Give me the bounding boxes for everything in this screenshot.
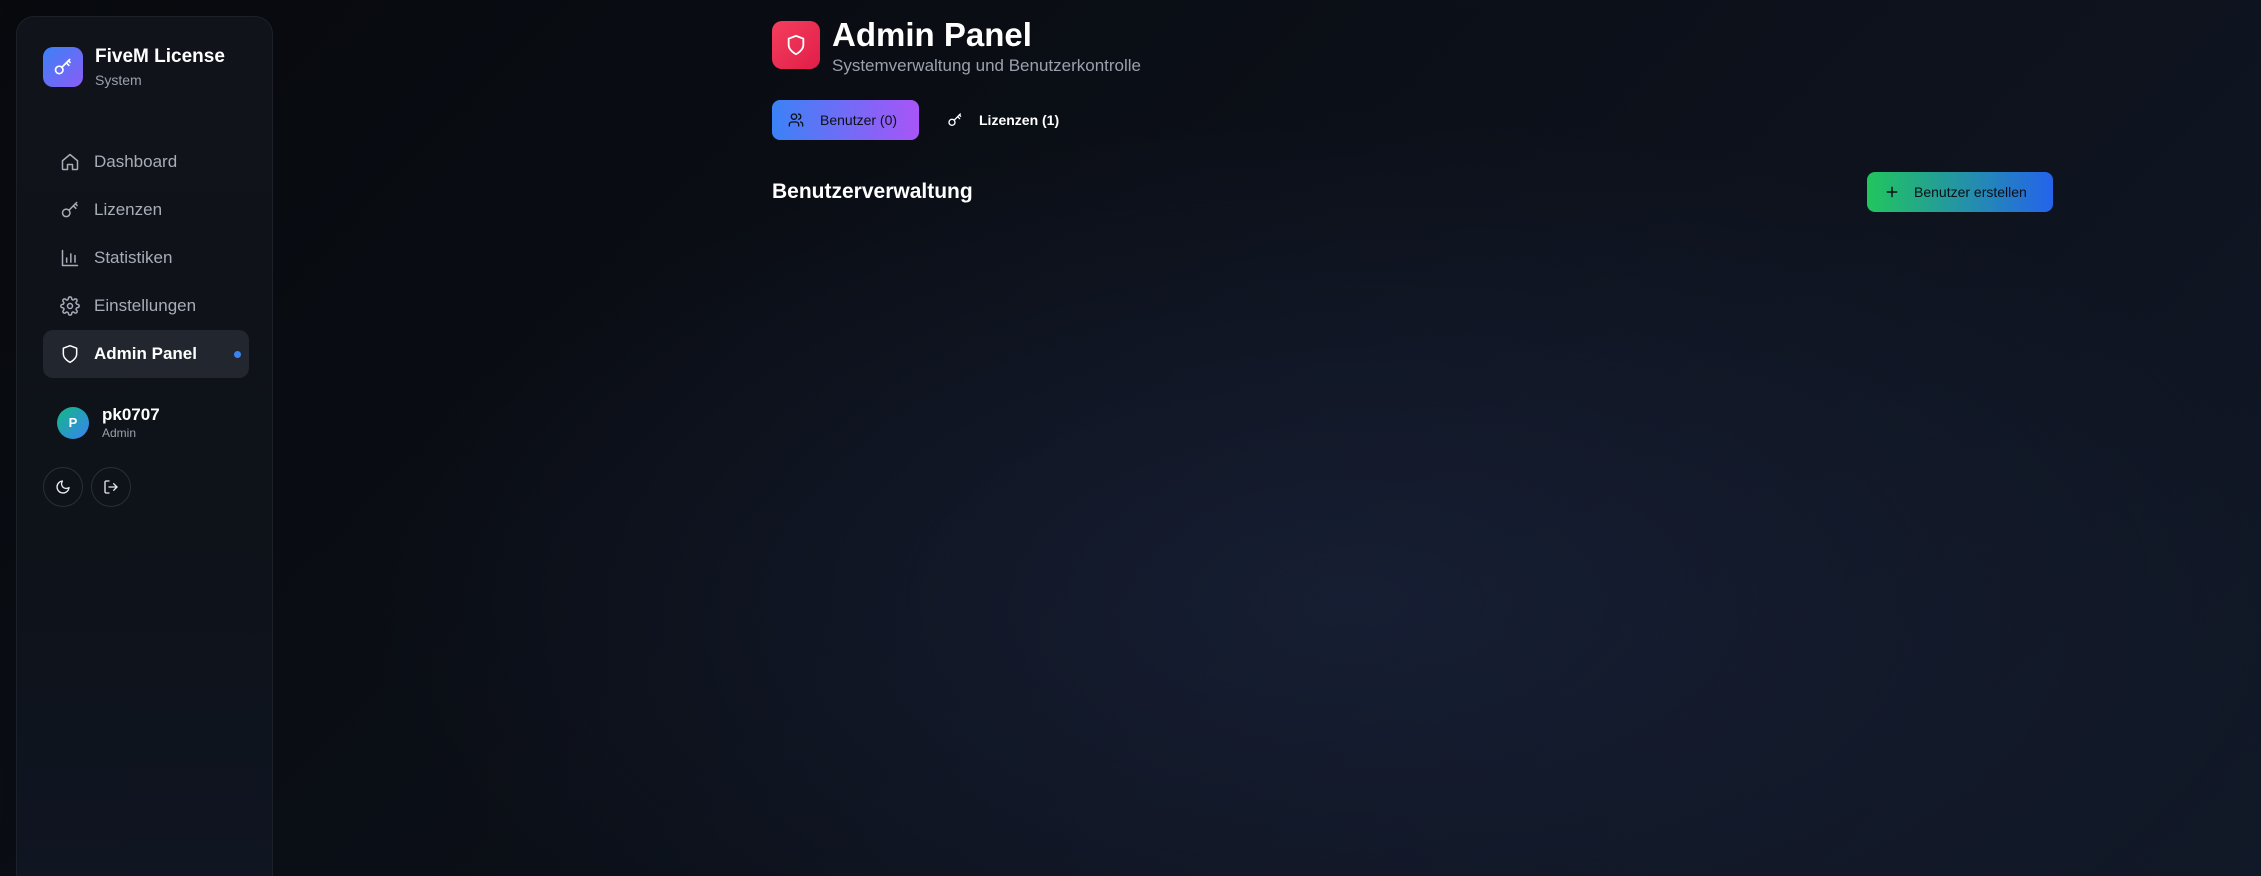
sidebar-item-dashboard[interactable]: Dashboard: [43, 138, 249, 186]
home-icon: [60, 152, 80, 172]
shield-icon: [772, 21, 820, 69]
brand-title: FiveM License: [95, 46, 225, 67]
gear-icon: [60, 296, 80, 316]
brand-subtitle: System: [95, 72, 142, 88]
key-icon: [947, 112, 963, 128]
brand: FiveM License System: [43, 45, 225, 89]
key-icon: [43, 47, 83, 87]
page-subtitle: Systemverwaltung und Benutzerkontrolle: [832, 56, 1141, 75]
shield-icon: [60, 344, 80, 364]
sidebar-item-label: Einstellungen: [94, 296, 197, 315]
create-user-label: Benutzer erstellen: [1914, 184, 2027, 200]
sidebar-item-admin-panel[interactable]: Admin Panel: [43, 330, 249, 378]
sidebar-item-lizenzen[interactable]: Lizenzen: [43, 186, 249, 234]
plus-icon: [1884, 184, 1900, 200]
sidebar-nav: Dashboard Lizenzen Statistiken Einstellu…: [43, 138, 249, 378]
sidebar-item-einstellungen[interactable]: Einstellungen: [43, 282, 249, 330]
active-indicator-dot: [234, 351, 241, 358]
section-title: Benutzerverwaltung: [772, 180, 973, 203]
create-user-button[interactable]: Benutzer erstellen: [1867, 172, 2053, 212]
tab-lizenzen[interactable]: Lizenzen (1): [931, 100, 1075, 140]
user-name: pk0707: [102, 405, 160, 424]
tab-label: Benutzer (0): [820, 112, 898, 128]
sidebar-item-label: Admin Panel: [94, 344, 197, 363]
page-title: Admin Panel: [832, 16, 1032, 53]
page-header: Admin Panel Systemverwaltung und Benutze…: [772, 16, 1141, 76]
tab-label: Lizenzen (1): [979, 112, 1060, 128]
moon-icon: [55, 479, 71, 495]
users-icon: [788, 112, 804, 128]
tab-benutzer[interactable]: Benutzer (0): [772, 100, 919, 140]
sidebar-item-label: Lizenzen: [94, 200, 163, 219]
sidebar: FiveM License System Dashboard Lizenzen: [16, 16, 273, 876]
user-role: Admin: [102, 426, 137, 440]
logout-button[interactable]: [91, 467, 131, 507]
user-profile: P pk0707 Admin: [57, 405, 160, 440]
sidebar-item-statistiken[interactable]: Statistiken: [43, 234, 249, 282]
admin-tabs: Benutzer (0) Lizenzen (1): [772, 100, 1075, 140]
avatar: P: [57, 406, 89, 439]
logout-icon: [103, 479, 119, 495]
bar-chart-icon: [60, 248, 80, 268]
sidebar-actions: [43, 467, 131, 507]
theme-toggle-button[interactable]: [43, 467, 83, 507]
sidebar-item-label: Statistiken: [94, 248, 173, 267]
sidebar-item-label: Dashboard: [94, 152, 178, 171]
key-icon: [60, 200, 80, 220]
